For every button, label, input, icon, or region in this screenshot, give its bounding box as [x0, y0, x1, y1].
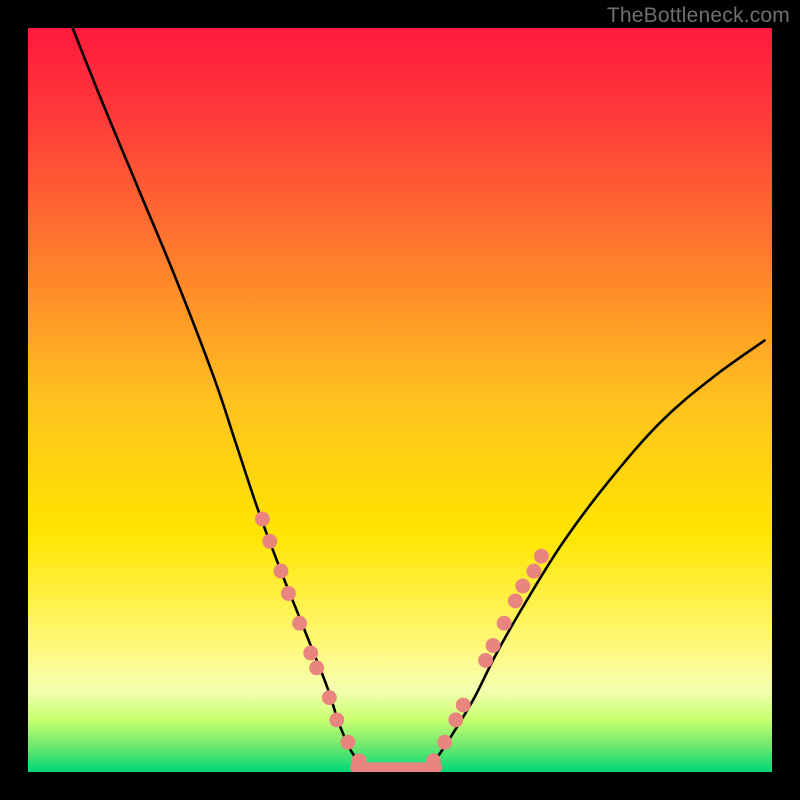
- data-marker: [508, 593, 523, 608]
- data-marker: [486, 638, 501, 653]
- data-marker: [262, 534, 277, 549]
- data-marker: [255, 512, 270, 527]
- watermark-text: TheBottleneck.com: [607, 4, 790, 28]
- data-marker: [526, 564, 541, 579]
- data-marker: [303, 646, 318, 661]
- data-marker: [456, 698, 471, 713]
- data-marker: [534, 549, 549, 564]
- data-marker: [426, 753, 441, 768]
- chart-svg: [28, 28, 772, 772]
- data-marker: [322, 690, 337, 705]
- data-marker: [340, 735, 355, 750]
- data-marker: [437, 735, 452, 750]
- data-marker: [497, 616, 512, 631]
- data-marker: [274, 564, 289, 579]
- data-marker: [309, 660, 324, 675]
- data-marker: [292, 616, 307, 631]
- data-marker: [478, 653, 493, 668]
- data-marker: [329, 712, 344, 727]
- data-marker: [281, 586, 296, 601]
- chart-frame: TheBottleneck.com: [0, 0, 800, 800]
- data-marker: [448, 712, 463, 727]
- data-marker: [515, 579, 530, 594]
- gradient-background: [28, 28, 772, 772]
- data-marker: [352, 753, 367, 768]
- plot-area: [28, 28, 772, 772]
